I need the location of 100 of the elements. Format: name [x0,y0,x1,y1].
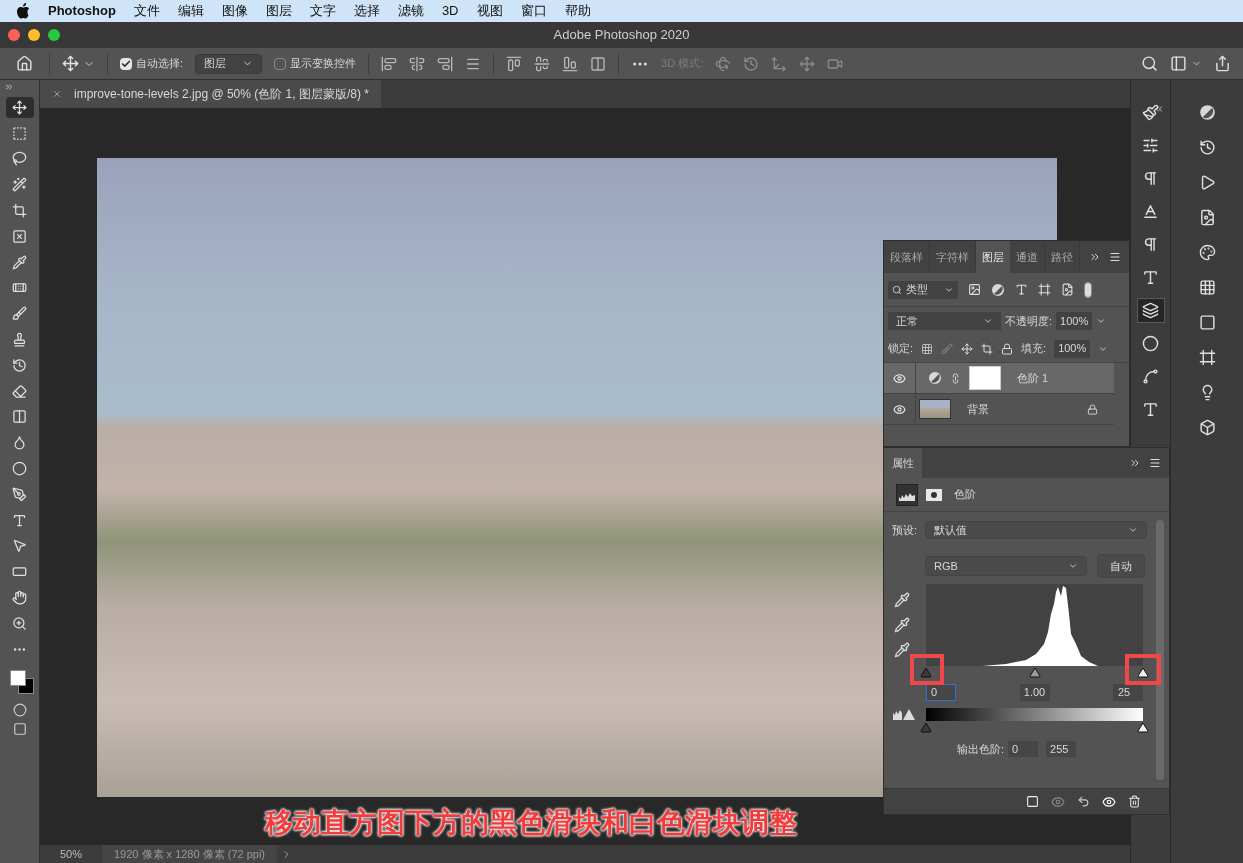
panel-tab[interactable]: 路径 [1045,241,1080,273]
align-top-icon[interactable] [506,55,523,72]
zoom-tool-icon[interactable] [12,615,27,631]
3d-icon[interactable] [1198,418,1216,436]
blur-tool-icon[interactable] [12,435,27,451]
tool-button[interactable] [5,96,34,118]
auto-select-dropdown[interactable]: 图层 [195,53,263,74]
panel-tab[interactable]: 属性 [884,448,922,478]
close-window-icon[interactable] [8,29,20,41]
palette-icon[interactable] [1198,243,1216,261]
smart-object-filter-icon[interactable] [1061,283,1074,296]
move-tool-icon[interactable] [12,99,27,115]
menu-item[interactable]: 文件 [133,1,160,21]
eyedropper-tool-icon[interactable] [12,254,27,270]
menu-app-name[interactable]: Photoshop [48,1,116,21]
menu-item[interactable]: 窗口 [520,1,547,21]
panel-menu-icon[interactable] [1109,251,1121,263]
collapse-icon[interactable] [1153,104,1164,114]
menu-item[interactable]: 图层 [265,1,292,21]
channel-dropdown[interactable]: RGB [925,556,1087,576]
hand-tool-icon[interactable] [12,589,27,605]
view-previous-icon[interactable] [1051,794,1065,809]
marquee-tool-icon[interactable] [12,125,27,141]
visibility-icon[interactable] [893,402,906,416]
layers-icon[interactable] [1142,302,1159,319]
expand-icon[interactable] [1089,251,1101,263]
fill-field[interactable]: 100% [1054,339,1091,358]
lock-all-icon[interactable] [1001,342,1014,355]
levels-icon[interactable] [896,483,918,506]
layer-row[interactable]: 色阶 1 [884,363,1114,394]
highlight-input-slider[interactable] [1137,667,1149,678]
align-bottom-icon[interactable] [562,55,579,72]
gradient-tool-icon[interactable] [12,409,27,425]
shadow-input-slider[interactable] [920,667,932,678]
selection-tool-icon[interactable] [12,538,27,554]
brush-settings-icon[interactable] [1142,104,1159,121]
character-icon[interactable] [1142,203,1159,220]
shadow-eyedropper-icon[interactable] [894,592,910,608]
trash-icon[interactable] [1128,795,1141,808]
midtone-input-slider[interactable] [1028,667,1041,678]
menu-item[interactable]: 编辑 [177,1,204,21]
align-middle-icon[interactable] [534,55,551,72]
auto-button[interactable]: 自动 [1097,554,1145,578]
swatches-icon[interactable] [1198,278,1216,296]
move-icon[interactable] [62,55,79,72]
chevron-down-icon[interactable] [983,316,993,326]
patterns-icon[interactable] [1198,348,1216,366]
zoom-window-icon[interactable] [48,29,60,41]
close-icon[interactable] [52,89,62,99]
mask-icon[interactable] [926,488,942,501]
stamp-tool-icon[interactable] [12,331,27,347]
menu-item[interactable]: 帮助 [564,1,591,21]
input-level-field[interactable]: 0 [926,684,956,701]
libraries-icon[interactable] [1198,208,1216,226]
clipping-warning-icon[interactable] [892,708,916,720]
midtone-eyedropper-icon[interactable] [894,617,910,633]
menu-item[interactable]: 3D [441,1,459,21]
lasso-tool-icon[interactable] [12,151,27,167]
clip-to-layer-icon[interactable] [1026,795,1039,808]
input-level-field[interactable]: 1.00 [1019,684,1050,701]
chevron-down-icon[interactable] [1096,316,1107,326]
workspace-icon[interactable] [1170,55,1187,72]
opacity-field[interactable]: 100% [1056,312,1093,330]
menu-item[interactable]: 图像 [221,1,248,21]
document-tab[interactable]: improve-tone-levels 2.jpg @ 50% (色阶 1, 图层蒙版/8) * [40,80,381,108]
crop-tool-icon[interactable] [12,203,27,218]
magic-wand-tool-icon[interactable] [12,177,27,193]
menu-item[interactable]: 视图 [476,1,503,21]
highlight-eyedropper-icon[interactable] [894,642,910,658]
chevron-down-icon[interactable] [1128,525,1138,535]
frame-tool-icon[interactable] [12,228,27,244]
eraser-tool-icon[interactable] [12,383,27,399]
toggle-visibility-icon[interactable] [1102,794,1116,809]
distribute-vertical-icon[interactable] [590,55,607,72]
history-icon[interactable] [1198,138,1216,156]
menu-item[interactable]: 滤镜 [397,1,424,21]
output-level-field[interactable]: 255 [1046,741,1077,758]
paths-icon[interactable] [1142,368,1159,385]
menu-item[interactable]: 文字 [309,1,336,21]
layer-row[interactable]: 背景 [884,394,1114,425]
apple-logo-icon[interactable] [16,3,30,19]
filter-dropdown[interactable]: 类型 [888,280,958,299]
input-level-field[interactable]: 25 [1113,684,1143,701]
align-right-icon[interactable] [437,55,454,72]
reset-icon[interactable] [1077,795,1090,808]
brush-tool-icon[interactable] [12,306,27,322]
type-tool-icon[interactable] [12,512,27,528]
align-center-icon[interactable] [409,55,426,72]
filter-toggle-icon[interactable] [1084,281,1092,298]
menu-item[interactable]: 选择 [353,1,380,21]
screen-mode-icon[interactable] [12,721,27,736]
quick-mask-icon[interactable] [12,703,27,718]
dock-button[interactable] [1136,298,1165,323]
panel-tab[interactable]: 通道 [1010,241,1045,273]
image-filter-icon[interactable] [968,283,981,296]
panel-menu-icon[interactable] [1149,457,1161,469]
checkbox[interactable] [120,57,132,70]
highlight-output-slider[interactable] [1137,722,1149,733]
chevron-down-icon[interactable] [1068,561,1078,571]
type-filter-icon[interactable] [1015,283,1028,296]
